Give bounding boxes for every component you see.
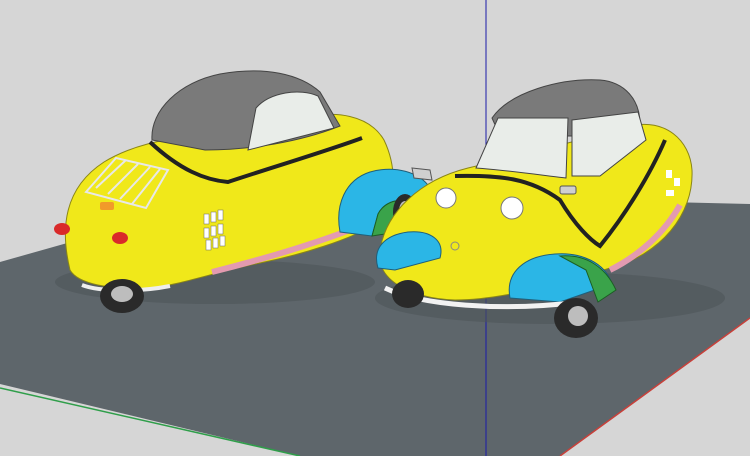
tail-light-right (112, 232, 128, 244)
side-indicator (559, 185, 577, 195)
headlight-left (435, 187, 457, 209)
license-light (100, 202, 114, 210)
front-wheel-left (392, 280, 424, 308)
wheel-hub (111, 286, 133, 302)
tail-light-left (54, 223, 70, 235)
headlight-right (500, 196, 524, 220)
rear-vents (203, 209, 226, 251)
3d-viewport[interactable] (0, 0, 750, 456)
side-mirror (411, 167, 433, 181)
wheel-hub (568, 306, 588, 326)
scene-canvas[interactable] (0, 0, 750, 456)
